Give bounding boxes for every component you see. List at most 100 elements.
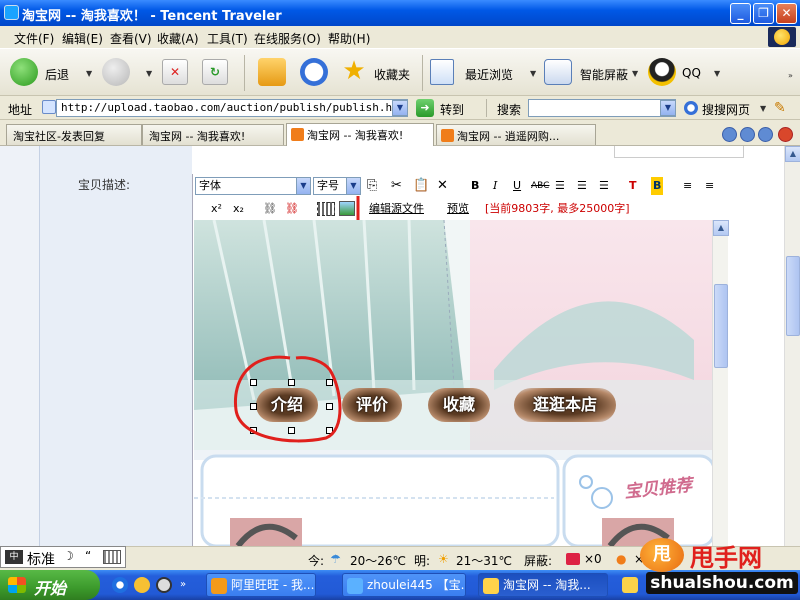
link-icon[interactable]: ⛓ bbox=[263, 200, 277, 218]
browser-task-icon bbox=[483, 578, 499, 594]
history-dropdown-icon[interactable]: ▼ bbox=[530, 69, 536, 78]
home-icon[interactable] bbox=[258, 58, 286, 86]
half-width-icon[interactable]: ☽ bbox=[63, 549, 74, 563]
history-icon[interactable] bbox=[430, 59, 454, 85]
smart-block-button[interactable]: 智能屏蔽 bbox=[580, 66, 628, 83]
preview-link[interactable]: 预览 bbox=[447, 200, 469, 218]
editor-canvas[interactable]: 宝贝推荐 介绍 评价 收藏 逛逛本店 bbox=[194, 220, 712, 546]
subscript-icon[interactable]: x₂ bbox=[233, 200, 244, 218]
tab-taobao-1[interactable]: 淘宝网 -- 淘我喜欢! bbox=[142, 124, 284, 145]
italic-icon[interactable]: I bbox=[493, 177, 497, 195]
search-engine-button[interactable]: 搜搜网页 bbox=[702, 101, 750, 118]
tab-scroll-left-icon[interactable] bbox=[722, 127, 737, 142]
strikethrough-icon[interactable]: ABC bbox=[531, 177, 549, 195]
block-dropdown-icon[interactable]: ▼ bbox=[632, 69, 638, 78]
editor-scrollbar[interactable]: ▲ bbox=[712, 220, 729, 546]
stop-icon[interactable]: ✕ bbox=[162, 59, 188, 85]
messenger-quicklaunch-icon[interactable] bbox=[134, 577, 150, 593]
url-dropdown-icon[interactable]: ▼ bbox=[392, 100, 408, 116]
back-button[interactable]: 后退 bbox=[45, 66, 69, 83]
menu-help[interactable]: 帮助(H) bbox=[328, 30, 370, 47]
align-center-icon[interactable]: ☰ bbox=[577, 177, 587, 195]
ime-logo-icon[interactable]: 中 bbox=[5, 550, 23, 564]
block-popup-icon[interactable] bbox=[544, 59, 572, 85]
font-family-select[interactable]: 字体 ▼ bbox=[195, 177, 311, 195]
ordered-list-icon[interactable]: ≡ bbox=[683, 177, 692, 195]
banner-button-favorite[interactable]: 收藏 bbox=[428, 388, 490, 422]
tab-list-icon[interactable] bbox=[758, 127, 773, 142]
qq-dropdown-icon[interactable]: ▼ bbox=[714, 69, 720, 78]
task-aliwangwang[interactable]: 阿里旺旺 - 我... bbox=[206, 573, 316, 597]
menu-view[interactable]: 查看(V) bbox=[110, 30, 152, 47]
banner-button-visit-store[interactable]: 逛逛本店 bbox=[514, 388, 616, 422]
menu-file[interactable]: 文件(F) bbox=[14, 30, 54, 47]
copy-icon[interactable]: ⎘ bbox=[367, 177, 377, 195]
scroll-thumb[interactable] bbox=[714, 284, 728, 368]
forward-arrow-icon[interactable] bbox=[102, 58, 130, 86]
unordered-list-icon[interactable]: ≡ bbox=[705, 177, 714, 195]
qq-button[interactable]: QQ bbox=[682, 66, 701, 80]
underline-icon[interactable]: U bbox=[513, 177, 521, 195]
align-left-icon[interactable]: ☰ bbox=[555, 177, 565, 195]
weather-today-label: 今: bbox=[308, 554, 325, 568]
scroll-up-icon[interactable]: ▲ bbox=[713, 220, 729, 236]
scroll-up-icon[interactable]: ▲ bbox=[785, 146, 800, 162]
close-tab-icon[interactable] bbox=[778, 127, 793, 142]
search-engine-dropdown-icon[interactable]: ▼ bbox=[760, 104, 766, 113]
text-color-icon[interactable]: T bbox=[629, 177, 637, 195]
pen-icon[interactable]: ✎ bbox=[774, 100, 790, 116]
start-button[interactable]: 开始 bbox=[0, 570, 100, 600]
back-arrow-icon[interactable] bbox=[10, 58, 38, 86]
menu-edit[interactable]: 编辑(E) bbox=[62, 30, 103, 47]
back-dropdown-icon[interactable]: ▼ bbox=[86, 69, 92, 78]
ime-mode-label[interactable]: 标准 bbox=[27, 549, 55, 569]
maximize-button[interactable]: ❐ bbox=[753, 3, 774, 24]
tab-taobao-active[interactable]: 淘宝网 -- 淘我喜欢! bbox=[286, 123, 434, 146]
tab-taobao-xiaoyao[interactable]: 淘宝网 -- 逍遥网购... bbox=[436, 124, 596, 145]
refresh-icon[interactable]: ↻ bbox=[202, 59, 228, 85]
unlink-icon[interactable]: ⛓ bbox=[285, 200, 299, 218]
tray-icon[interactable] bbox=[622, 577, 638, 593]
minimize-button[interactable]: _ bbox=[730, 3, 751, 24]
scroll-thumb[interactable] bbox=[786, 256, 800, 336]
ad-block-icon[interactable]: ● bbox=[616, 552, 626, 566]
align-right-icon[interactable]: ☰ bbox=[599, 177, 609, 195]
chevron-down-icon[interactable]: ▼ bbox=[296, 178, 310, 194]
quicklaunch-overflow-icon[interactable]: » bbox=[180, 579, 186, 590]
task-chat-window[interactable]: zhoulei445 【宝... bbox=[342, 573, 466, 597]
delete-icon[interactable]: ✕ bbox=[437, 177, 448, 195]
favorites-star-icon[interactable]: ★ bbox=[340, 58, 368, 86]
tab-community-reply[interactable]: 淘宝社区-发表回复 bbox=[6, 124, 142, 145]
history-button[interactable]: 最近浏览 bbox=[465, 66, 513, 83]
cut-icon[interactable]: ✂ bbox=[391, 177, 402, 195]
page-scrollbar[interactable]: ▲ bbox=[784, 146, 800, 546]
superscript-icon[interactable]: x² bbox=[211, 200, 222, 218]
close-button[interactable]: ✕ bbox=[776, 3, 797, 24]
ie-quicklaunch-icon[interactable] bbox=[112, 577, 128, 593]
punctuation-icon[interactable]: “ bbox=[85, 549, 91, 563]
forward-dropdown-icon[interactable]: ▼ bbox=[146, 69, 152, 78]
background-color-icon[interactable]: B bbox=[651, 177, 664, 195]
banner-button-reviews[interactable]: 评价 bbox=[342, 388, 402, 422]
menu-online-service[interactable]: 在线服务(O) bbox=[254, 30, 321, 47]
popup-block-icon[interactable] bbox=[566, 553, 580, 565]
favorites-button[interactable]: 收藏夹 bbox=[374, 66, 410, 83]
edit-source-link[interactable]: 编辑源文件 bbox=[369, 200, 424, 218]
menu-favorites[interactable]: 收藏(A) bbox=[157, 30, 199, 47]
search-input[interactable] bbox=[528, 99, 676, 117]
clock-icon[interactable] bbox=[300, 58, 328, 86]
soft-keyboard-icon[interactable] bbox=[103, 550, 121, 564]
paste-icon[interactable]: 📋 bbox=[413, 177, 429, 195]
task-browser[interactable]: 淘宝网 -- 淘我... bbox=[478, 573, 608, 597]
bold-icon[interactable]: B bbox=[471, 177, 479, 195]
qq-penguin-icon[interactable] bbox=[648, 58, 676, 86]
menu-tools[interactable]: 工具(T) bbox=[207, 30, 248, 47]
search-dropdown-icon[interactable]: ▼ bbox=[660, 100, 676, 116]
tab-scroll-right-icon[interactable] bbox=[740, 127, 755, 142]
url-input[interactable]: http://upload.taobao.com/auction/publish… bbox=[56, 99, 408, 117]
media-quicklaunch-icon[interactable] bbox=[156, 577, 172, 593]
go-arrow-icon[interactable]: ➜ bbox=[416, 99, 434, 117]
toolbar-overflow-icon[interactable]: » bbox=[788, 71, 793, 80]
go-button[interactable]: 转到 bbox=[440, 101, 464, 118]
soso-search-icon[interactable] bbox=[684, 101, 698, 115]
